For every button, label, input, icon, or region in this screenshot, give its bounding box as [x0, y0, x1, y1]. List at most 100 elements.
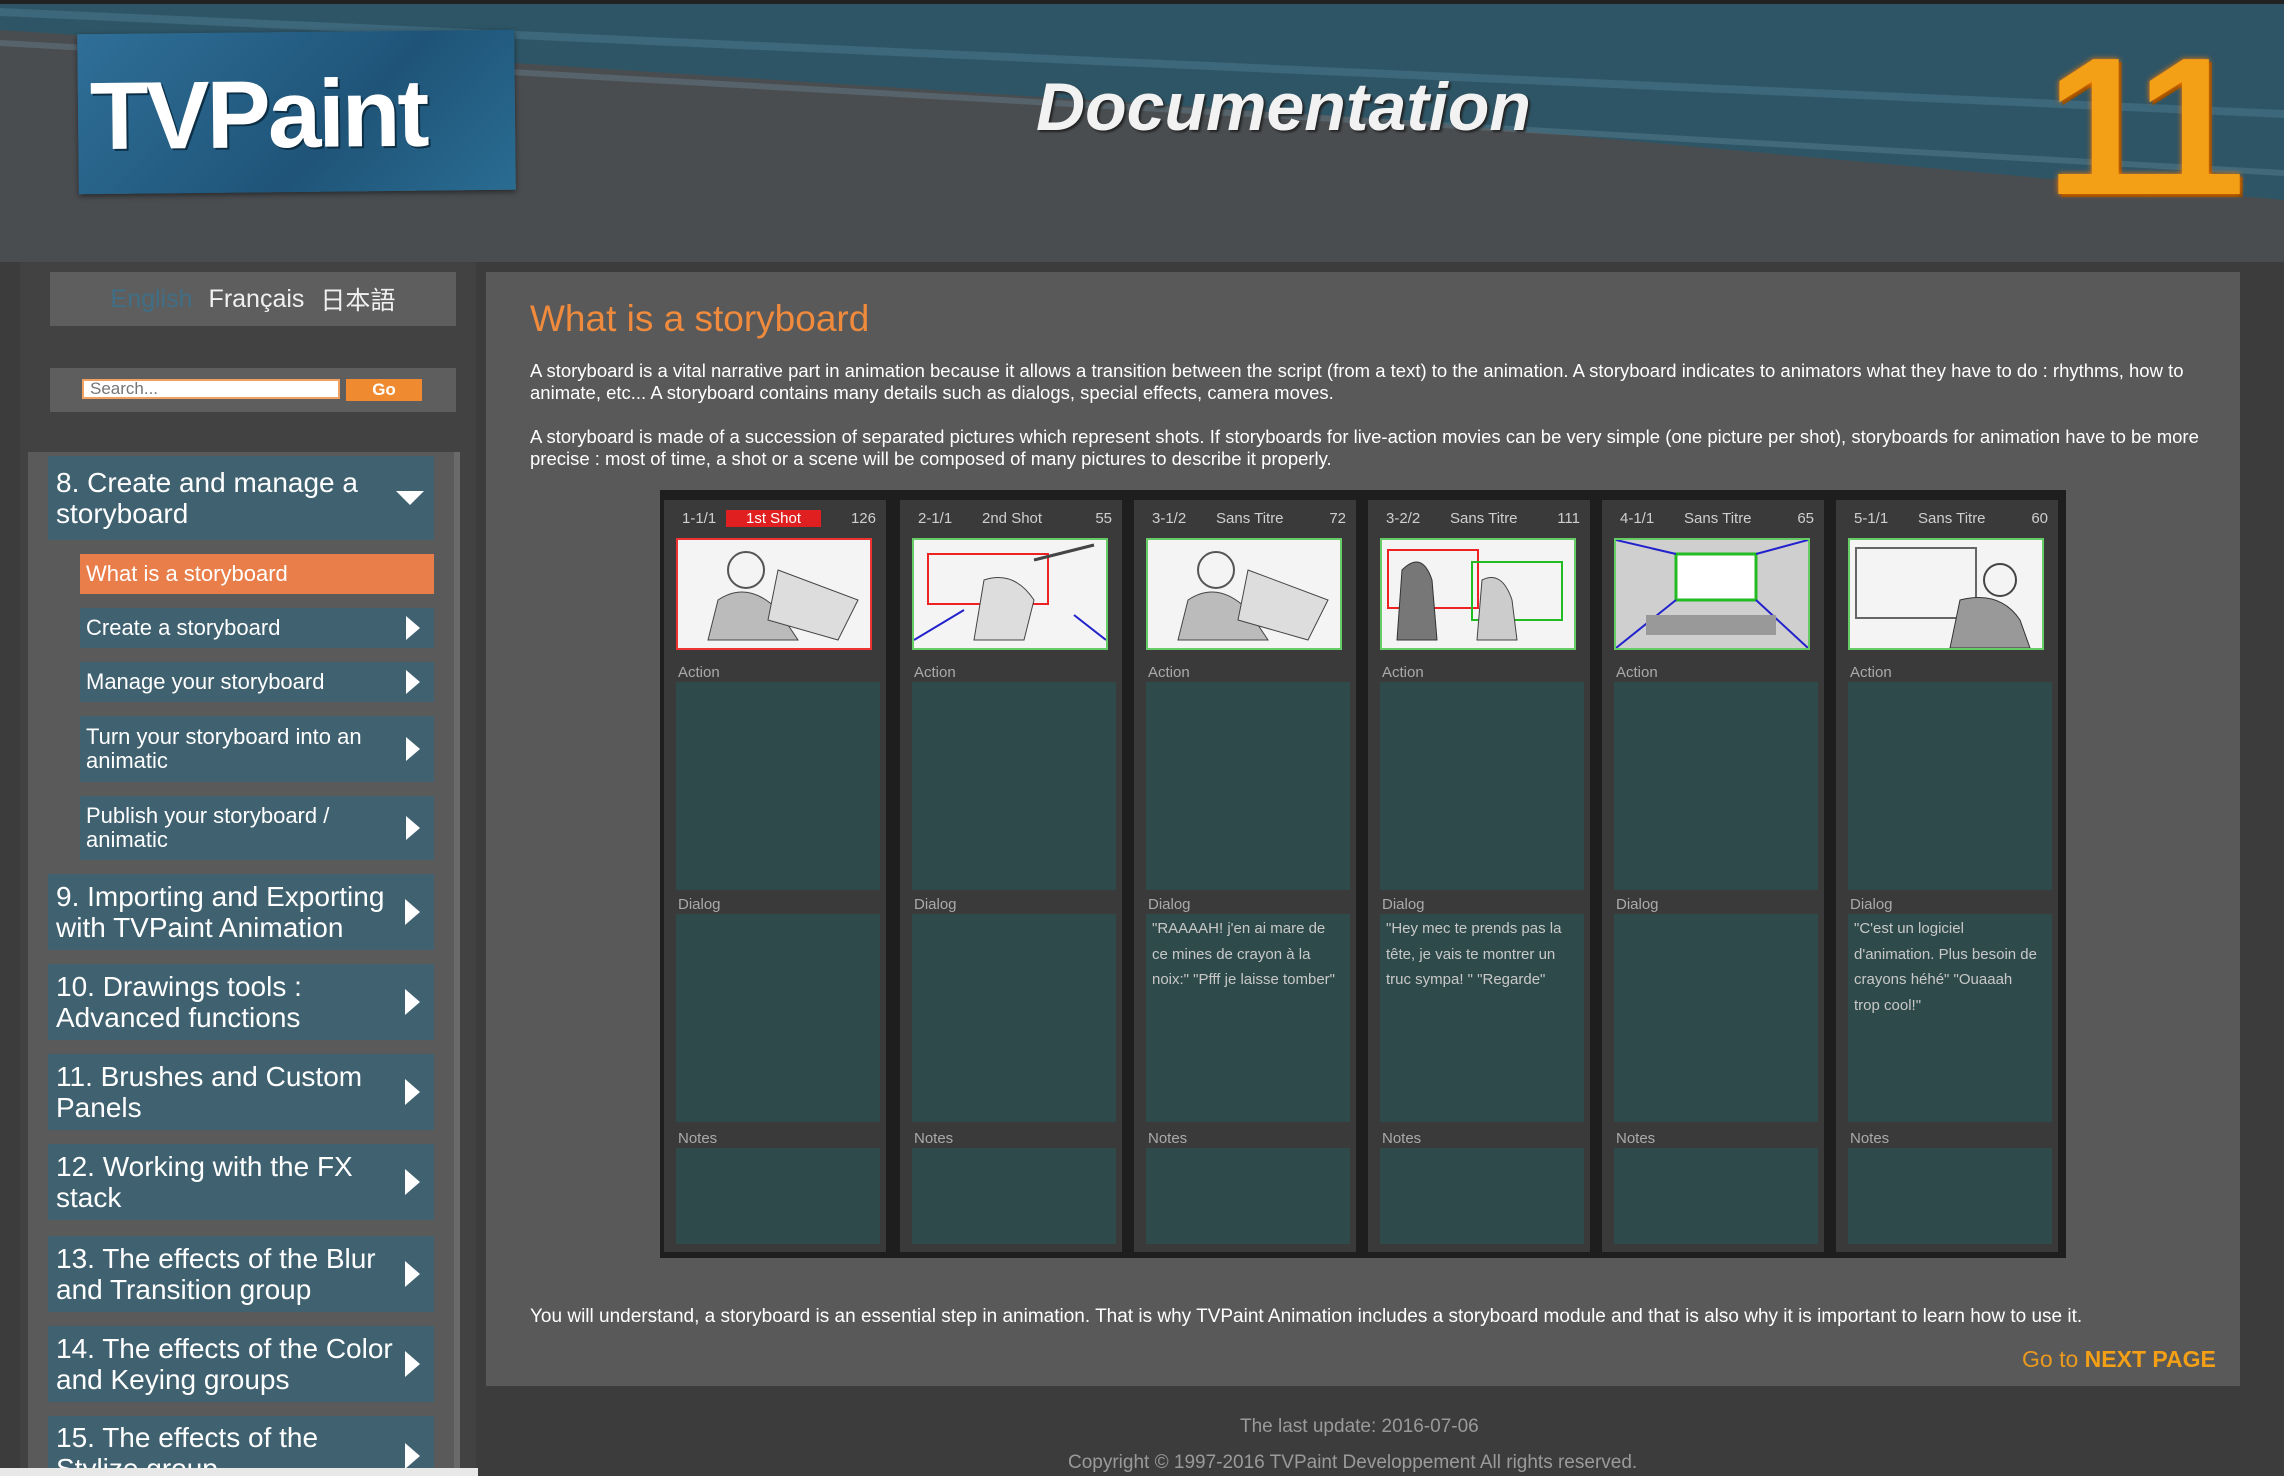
- lang-french-link[interactable]: Français: [209, 285, 305, 314]
- action-label: Action: [914, 664, 956, 681]
- shot-frame-count: 111: [1557, 510, 1580, 527]
- dialog-label: Dialog: [914, 896, 957, 913]
- shot-id: 2-1/1: [918, 510, 953, 527]
- shot-id: 4-1/1: [1620, 510, 1655, 527]
- copyright-text: Copyright © 1997-2016 TVPaint Developpem…: [1068, 1452, 1638, 1473]
- notes-label: Notes: [1616, 1130, 1656, 1147]
- nav-panel-scroll-edge: [454, 452, 460, 1476]
- next-page-link[interactable]: Go to NEXT PAGE: [2022, 1346, 2216, 1373]
- notes-area: [1146, 1148, 1350, 1244]
- shot-frame-count: 126: [850, 510, 876, 527]
- shot-thumbnail: [1614, 538, 1810, 650]
- nav-section-15[interactable]: 15. The effects of the Stylize group: [48, 1416, 434, 1476]
- shot-name: 2nd Shot: [982, 510, 1043, 527]
- nav-subitem-what-is-a-storyboard[interactable]: What is a storyboard: [80, 554, 434, 594]
- language-switcher: English Français 日本語: [50, 272, 456, 326]
- nav-section-14[interactable]: 14. The effects of the Color and Keying …: [48, 1326, 434, 1402]
- action-area: [1380, 682, 1584, 890]
- chevron-right-icon: [405, 989, 420, 1015]
- storyboard-shot-column: 3-1/2 Sans Titre 72 Action Dialog "RAAAAH! j'…: [1134, 500, 1356, 1252]
- nav-section-12[interactable]: 12. Working with the FX stack: [48, 1144, 434, 1220]
- notes-area: [1848, 1148, 2052, 1244]
- shot-id: 1-1/1: [682, 510, 717, 527]
- nav-section-11[interactable]: 11. Brushes and Custom Panels: [48, 1054, 434, 1130]
- notes-area: [676, 1148, 880, 1244]
- shot-thumbnail: [1848, 538, 2044, 650]
- shot-header: 1-1/1 1st Shot 126: [664, 510, 886, 530]
- search-go-button[interactable]: Go: [346, 379, 422, 401]
- version-number: 11: [2046, 17, 2245, 236]
- chevron-right-icon: [406, 737, 420, 761]
- nav-section-13[interactable]: 13. The effects of the Blur and Transiti…: [48, 1236, 434, 1312]
- shot-header: 5-1/1 Sans Titre 60: [1836, 510, 2058, 530]
- nav-section-9[interactable]: 9. Importing and Exporting with TVPaint …: [48, 874, 434, 950]
- dialog-area: [912, 914, 1116, 1122]
- action-area: [1614, 682, 1818, 890]
- chevron-right-icon: [405, 899, 420, 925]
- shot-thumbnail: [676, 538, 872, 650]
- shot-name: Sans Titre: [1216, 510, 1284, 527]
- storyboard-shot-column: 5-1/1 Sans Titre 60 Action Dialog "C'est un l…: [1836, 500, 2058, 1252]
- nav-subitem-publish-storyboard[interactable]: Publish your storyboard / animatic: [80, 796, 434, 860]
- shot-id: 3-1/2: [1152, 510, 1187, 527]
- chevron-down-icon: [396, 491, 424, 505]
- dialog-label: Dialog: [1148, 896, 1191, 913]
- shot-header: 3-2/2 Sans Titre 111: [1368, 510, 1590, 530]
- shot-id: 5-1/1: [1854, 510, 1889, 527]
- last-update-text: The last update: 2016-07-06: [1240, 1416, 1479, 1437]
- action-label: Action: [1382, 664, 1424, 681]
- nav-subitem-manage-storyboard[interactable]: Manage your storyboard: [80, 662, 434, 702]
- shot-thumbnail: [912, 538, 1108, 650]
- chevron-right-icon: [405, 1351, 420, 1377]
- dialog-label: Dialog: [1382, 896, 1425, 913]
- closing-paragraph: You will understand, a storyboard is an …: [530, 1306, 2083, 1327]
- shot-name: Sans Titre: [1918, 510, 1986, 527]
- action-label: Action: [1616, 664, 1658, 681]
- page-header-title: Documentation: [1036, 69, 1531, 145]
- chevron-right-icon: [406, 616, 420, 640]
- horizontal-scrollbar[interactable]: [0, 1468, 478, 1476]
- nav-subitem-create-storyboard[interactable]: Create a storyboard: [80, 608, 434, 648]
- action-label: Action: [1850, 664, 1892, 681]
- dialog-label: Dialog: [678, 896, 721, 913]
- action-area: [1848, 682, 2052, 890]
- dialog-label: Dialog: [1616, 896, 1659, 913]
- tvpaint-logo[interactable]: TVPaint: [77, 29, 516, 195]
- chevron-right-icon: [406, 816, 420, 840]
- storyboard-shot-column: 4-1/1 Sans Titre 65 Action Dialog Notes: [1602, 500, 1824, 1252]
- shot-header: 3-1/2 Sans Titre 72: [1134, 510, 1356, 530]
- shot-name: Sans Titre: [1684, 510, 1752, 527]
- notes-label: Notes: [1148, 1130, 1188, 1147]
- dialog-area: [1614, 914, 1818, 1122]
- lang-japanese-link[interactable]: 日本語: [320, 281, 395, 317]
- shot-frame-count: 55: [1095, 510, 1112, 527]
- search-input[interactable]: [82, 379, 340, 399]
- storyboard-shot-column: 1-1/1 1st Shot 126 Action Dialog Notes: [664, 500, 886, 1252]
- notes-label: Notes: [1382, 1130, 1422, 1147]
- shot-frame-count: 65: [1797, 510, 1814, 527]
- lang-english-link[interactable]: English: [111, 285, 193, 314]
- shot-name: 1st Shot: [726, 510, 822, 527]
- chevron-right-icon: [405, 1443, 420, 1469]
- notes-area: [1614, 1148, 1818, 1244]
- action-area: [1146, 682, 1350, 890]
- storyboard-shot-column: 2-1/1 2nd Shot 55 Action Dialog Notes: [900, 500, 1122, 1252]
- page-title: What is a storyboard: [530, 298, 870, 339]
- shot-header: 2-1/1 2nd Shot 55: [900, 510, 1122, 530]
- nav-subitem-turn-into-animatic[interactable]: Turn your storyboard into an animatic: [80, 716, 434, 782]
- shot-thumbnail: [1146, 538, 1342, 650]
- storyboard-shot-column: 3-2/2 Sans Titre 111 Action Dialog "Hey mec t…: [1368, 500, 1590, 1252]
- shot-frame-count: 60: [2031, 510, 2048, 527]
- nav-section-10[interactable]: 10. Drawings tools : Advanced functions: [48, 964, 434, 1040]
- chevron-right-icon: [405, 1169, 420, 1195]
- notes-label: Notes: [678, 1130, 718, 1147]
- shot-name: Sans Titre: [1450, 510, 1518, 527]
- dialog-label: Dialog: [1850, 896, 1893, 913]
- dialog-text: "RAAAAH! j'en ai mare de ce mines de cra…: [1152, 920, 1336, 988]
- nav-section-label: 8. Create and manage a storyboard: [56, 467, 358, 529]
- description-paragraph: A storyboard is made of a succession of …: [530, 426, 2199, 469]
- nav-section-8[interactable]: 8. Create and manage a storyboard: [48, 456, 434, 540]
- search-bar: Go: [50, 368, 456, 412]
- notes-area: [1380, 1148, 1584, 1244]
- notes-label: Notes: [1850, 1130, 1890, 1147]
